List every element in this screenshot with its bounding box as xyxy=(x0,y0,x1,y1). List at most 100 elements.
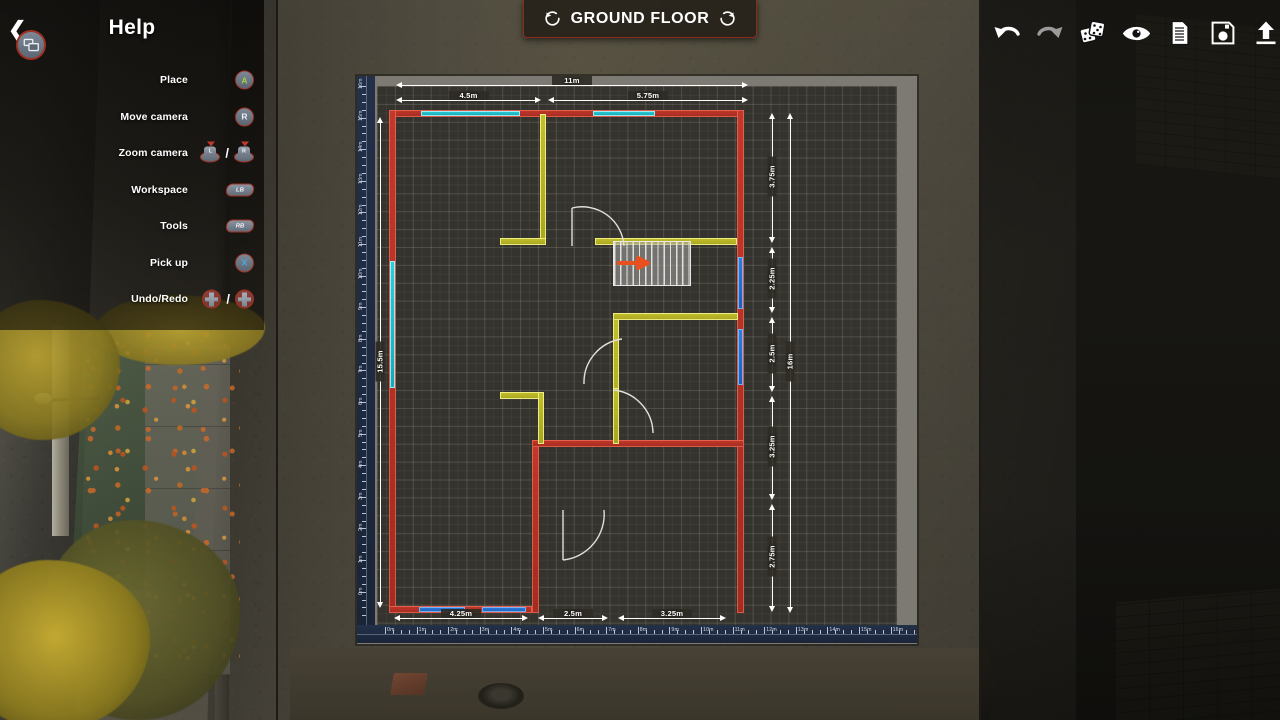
help-row-label: Workspace xyxy=(131,183,188,196)
ruler-minor-tick xyxy=(362,291,366,293)
ruler-tick xyxy=(574,627,576,634)
window-left[interactable] xyxy=(390,261,395,388)
save-icon[interactable] xyxy=(1209,18,1237,48)
ruler-minor-tick xyxy=(362,449,366,451)
ruler-tick xyxy=(448,627,450,634)
partition-wall-upper-vertical[interactable] xyxy=(540,114,546,244)
dimension-top-total: 11m xyxy=(396,76,748,91)
gamepad-bumper-rb-icon: RB xyxy=(225,219,255,233)
gamepad-button-x-icon: X xyxy=(235,253,254,273)
help-shortcut-list: Place A Move camera R Zoom camera L / R Workspac… xyxy=(0,62,264,318)
ruler-minor-tick xyxy=(843,630,845,634)
dimension-label: 5.75m xyxy=(628,91,668,100)
partition-wall-upper-horizontal-left[interactable] xyxy=(500,238,546,245)
rotate-left-icon[interactable] xyxy=(543,9,562,28)
ruler-minor-tick xyxy=(362,220,366,222)
ruler-minor-tick xyxy=(362,520,366,522)
key-separator: / xyxy=(225,145,229,161)
ruler-minor-tick xyxy=(362,133,366,135)
ruler-label: 1m xyxy=(358,555,364,563)
dimension-label: 2.5m xyxy=(767,333,777,373)
ruler-minor-tick xyxy=(408,630,410,634)
ruler-minor-tick xyxy=(362,315,366,317)
ruler-minor-tick xyxy=(362,228,366,230)
help-key-group: R xyxy=(235,107,254,127)
undo-icon[interactable] xyxy=(993,18,1021,48)
ruler-minor-tick xyxy=(780,630,781,634)
help-row-label: Place xyxy=(160,74,188,87)
dimension-right-segment-5: 2.75m xyxy=(766,504,778,612)
window-top-right[interactable] xyxy=(593,111,655,116)
workspace-glyph xyxy=(23,38,39,52)
ruler-minor-tick xyxy=(874,630,876,634)
ruler-tick xyxy=(890,627,892,634)
dimension-bottom-segment-2: 2.5m xyxy=(538,609,608,624)
ruler-minor-tick xyxy=(811,630,813,634)
floor-title-bar: GROUND FLOOR xyxy=(523,0,757,38)
ruler-minor-tick xyxy=(756,630,758,634)
dimension-label: 3.75m xyxy=(767,156,777,197)
partition-wall-mid-horizontal[interactable] xyxy=(613,313,738,320)
ruler-minor-tick xyxy=(772,630,774,634)
help-title: Help xyxy=(108,16,156,39)
eye-icon[interactable] xyxy=(1122,18,1151,48)
ruler-minor-tick xyxy=(362,323,366,324)
stair-direction-arrow xyxy=(617,256,650,270)
ruler-minor-tick xyxy=(622,630,623,634)
help-row: Move camera R xyxy=(0,99,264,136)
ruler-minor-tick xyxy=(362,93,366,95)
ruler-minor-tick xyxy=(400,630,402,634)
bearing-wall-lower-mid-vertical[interactable] xyxy=(532,440,539,613)
ruler-minor-tick xyxy=(362,575,366,577)
ruler-minor-tick xyxy=(362,354,366,356)
document-icon[interactable] xyxy=(1166,18,1194,48)
ruler-label: 8m xyxy=(358,334,364,342)
window-right-lower[interactable] xyxy=(738,329,743,385)
ruler-minor-tick xyxy=(362,417,366,419)
door-swing-arc xyxy=(571,206,625,247)
dimension-label: 2.5m xyxy=(553,609,593,618)
bearing-wall-lower-mid-horizontal[interactable] xyxy=(532,440,744,447)
door-swing-arc xyxy=(562,509,605,561)
ruler-minor-tick xyxy=(392,630,394,634)
ruler-baseline xyxy=(366,76,367,625)
ruler-minor-tick xyxy=(866,630,868,634)
ruler-tick xyxy=(385,627,386,634)
ruler-minor-tick xyxy=(362,101,366,103)
dice-icon[interactable] xyxy=(1079,18,1107,48)
export-icon[interactable] xyxy=(1252,18,1280,48)
dimension-right-segment-3: 2.5m xyxy=(766,317,778,392)
rotate-right-icon[interactable] xyxy=(718,9,737,28)
ruler-minor-tick xyxy=(645,630,647,634)
redo-icon[interactable] xyxy=(1036,18,1064,48)
ruler-minor-tick xyxy=(362,330,366,332)
ruler-minor-tick xyxy=(598,630,600,634)
window-right-upper[interactable] xyxy=(738,257,743,309)
ruler-tick xyxy=(606,627,608,634)
ruler-minor-tick xyxy=(362,409,366,411)
ruler-minor-tick xyxy=(362,441,366,443)
ruler-minor-tick xyxy=(362,394,366,396)
ruler-minor-tick xyxy=(432,630,434,634)
ruler-tick xyxy=(479,627,481,634)
ruler-minor-tick xyxy=(693,630,695,634)
ruler-minor-tick xyxy=(677,630,679,634)
help-row-label: Pick up xyxy=(149,256,188,269)
ruler-minor-tick xyxy=(503,630,505,634)
dimension-label: 4.25m xyxy=(441,609,481,618)
ruler-minor-tick xyxy=(914,630,916,634)
ruler-minor-tick xyxy=(819,630,821,634)
ruler-minor-tick xyxy=(787,630,789,634)
ruler-minor-tick xyxy=(471,630,473,634)
window-top-left[interactable] xyxy=(421,111,520,116)
app-root: 0m1m2m3m4m5m6m7m8m9m10m11m12m13m14m15m16… xyxy=(0,0,1280,720)
help-row: Undo/Redo / xyxy=(0,281,264,318)
ruler-minor-tick xyxy=(835,630,837,634)
ruler-minor-tick xyxy=(362,362,366,364)
ruler-minor-tick xyxy=(362,259,366,261)
help-panel: ❮ Help Place A Move camera R Zoom camera L / R W… xyxy=(0,0,264,330)
ruler-minor-tick xyxy=(740,630,742,634)
partition-wall-left-vertical[interactable] xyxy=(538,392,544,444)
ruler-minor-tick xyxy=(362,386,366,388)
ruler-minor-tick xyxy=(362,457,366,459)
